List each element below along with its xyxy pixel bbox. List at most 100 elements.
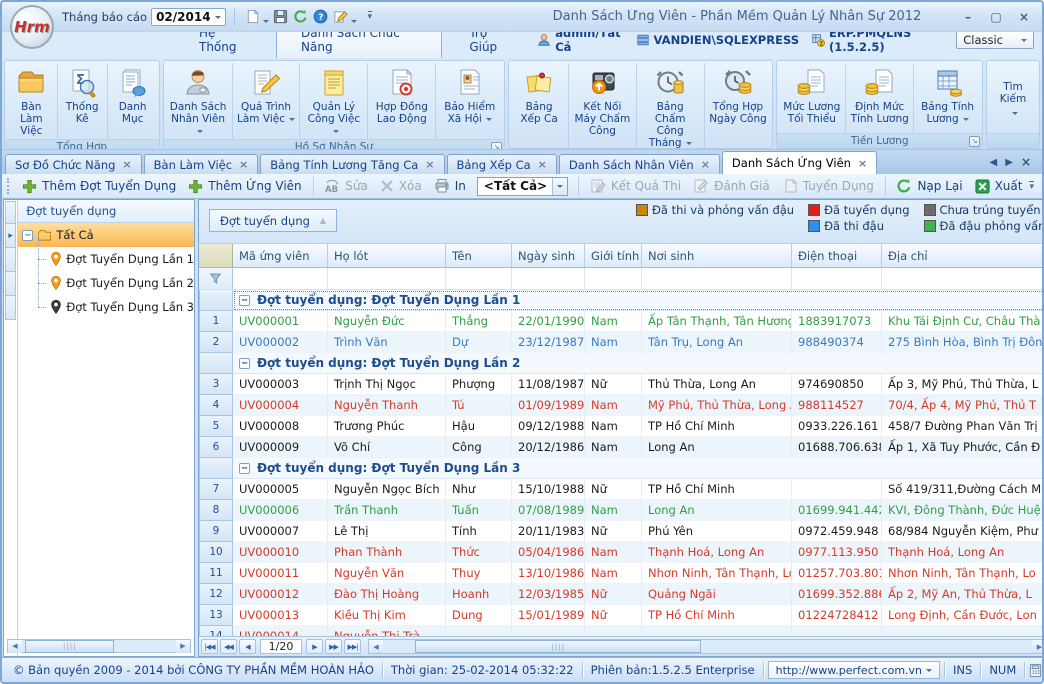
- column-header-5[interactable]: Giới tính: [585, 244, 642, 267]
- row-indicator[interactable]: 6: [199, 437, 233, 458]
- first-page-button[interactable]: |◀◀: [201, 639, 218, 654]
- collapse-icon[interactable]: −: [239, 295, 250, 306]
- qat-overflow-button[interactable]: ▾: [368, 11, 373, 22]
- grid-row-10[interactable]: 10UV000010Phan ThànhThức05/04/1986NamThạ…: [199, 542, 1044, 563]
- row-indicator[interactable]: 7: [199, 479, 233, 500]
- filter-cell-3[interactable]: [446, 268, 512, 289]
- filter-cell-7[interactable]: [792, 268, 882, 289]
- scroll-tabs-left-button[interactable]: ◀: [990, 157, 998, 168]
- document-tab-5[interactable]: Danh Sách Ứng Viên×: [722, 151, 877, 174]
- edit-icon[interactable]: [331, 6, 351, 26]
- column-header-6[interactable]: Nơi sinh: [642, 244, 792, 267]
- document-tab-1[interactable]: Bàn Làm Việc×: [144, 154, 259, 174]
- grid-row-12[interactable]: 12UV000012Đào Thị HoàngHoanh12/03/1985Nữ…: [199, 584, 1044, 605]
- scroll-right-icon[interactable]: ▶: [1032, 640, 1044, 653]
- ribbon-button-0-1[interactable]: ΣThống Kê: [58, 63, 108, 139]
- grid-row-8[interactable]: 8UV000006Trần ThanhTuấn07/08/1989NamLong…: [199, 500, 1044, 521]
- toolbar-button-12[interactable]: Nạp Lại: [891, 176, 967, 196]
- dialog-launcher-icon[interactable]: ↘: [491, 142, 502, 150]
- close-tab-icon[interactable]: ×: [239, 158, 248, 171]
- grid-row-11[interactable]: 11UV000011Nguyễn VănThuy13/10/1986NamNhơ…: [199, 563, 1044, 584]
- filter-cell-8[interactable]: [882, 268, 1044, 289]
- grid-group-row-2[interactable]: −Đợt tuyển dụng: Đợt Tuyển Dụng Lần 3: [199, 458, 1044, 479]
- grid-row-9[interactable]: 9UV000007Lê ThịTính20/11/1983NữPhú Yên09…: [199, 521, 1044, 542]
- column-header-8[interactable]: Địa chỉ: [882, 244, 1044, 267]
- filter-cell-2[interactable]: [328, 268, 446, 289]
- last-page-button[interactable]: ▶▶|: [344, 639, 361, 654]
- prev-record-button[interactable]: ◀: [239, 639, 256, 654]
- theme-select[interactable]: Classic: [956, 31, 1034, 49]
- tree-item-3[interactable]: Đợt Tuyển Dụng Lần 3: [18, 295, 194, 319]
- ribbon-button-4-0[interactable]: Tìm Kiếm: [988, 63, 1038, 133]
- column-header-2[interactable]: Họ lót: [328, 244, 446, 267]
- ribbon-button-3-0[interactable]: Mức Lương Tối Thiểu: [778, 63, 846, 133]
- toolbar-grip[interactable]: [7, 178, 10, 194]
- ribbon-button-2-1[interactable]: Kết Nối Máy Chấm Công: [569, 63, 637, 150]
- filter-cell-0[interactable]: [199, 268, 233, 289]
- grid-row-1[interactable]: 1UV000001Nguyễn ĐứcThẳng22/01/1990NamẤp …: [199, 311, 1044, 332]
- document-tab-3[interactable]: Bảng Xếp Ca×: [447, 154, 557, 174]
- tree-item-all[interactable]: −Tất Cả: [18, 223, 194, 247]
- row-indicator[interactable]: 4: [199, 395, 233, 416]
- ribbon-button-1-3[interactable]: Hợp Đồng Lao Động: [368, 63, 436, 139]
- document-tab-0[interactable]: Sơ Đồ Chức Năng×: [5, 154, 142, 174]
- report-month-select[interactable]: 02/2014: [151, 8, 225, 26]
- grid-group-row-0[interactable]: −Đợt tuyển dụng: Đợt Tuyển Dụng Lần 1: [199, 290, 1044, 311]
- scroll-thumb[interactable]: ||||: [25, 640, 114, 653]
- filter-select[interactable]: <Tất Cả>: [477, 177, 568, 196]
- ribbon-button-1-2[interactable]: Quản Lý Công Việc: [300, 63, 368, 139]
- scroll-thumb[interactable]: ||||: [415, 640, 701, 653]
- help-icon[interactable]: ?: [311, 6, 331, 26]
- column-header-7[interactable]: Điện thoại: [792, 244, 882, 267]
- toolbar-button-4[interactable]: Xóa: [375, 177, 427, 195]
- filter-cell-6[interactable]: [642, 268, 792, 289]
- close-tab-icon[interactable]: ×: [701, 158, 710, 171]
- row-indicator[interactable]: 3: [199, 374, 233, 395]
- close-tab-button[interactable]: ×: [1021, 155, 1031, 169]
- collapse-icon[interactable]: −: [239, 463, 250, 474]
- scroll-tabs-right-button[interactable]: ▶: [1005, 157, 1013, 168]
- tree-row-indicator[interactable]: [5, 296, 16, 320]
- tree-row-indicator[interactable]: ▸: [5, 224, 16, 248]
- ribbon-button-0-2[interactable]: Danh Mục: [108, 63, 158, 139]
- grid-row-4[interactable]: 4UV000004Nguyễn ThanhTú01/09/1989NamMỹ P…: [199, 395, 1044, 416]
- new-file-icon[interactable]: [243, 6, 263, 26]
- toolbar-button-5[interactable]: In: [429, 176, 471, 196]
- toolbar-button-0[interactable]: Thêm Đợt Tuyển Dụng: [17, 177, 181, 196]
- ribbon-button-3-1[interactable]: Định Mức Tính Lương: [846, 63, 914, 133]
- column-header-1[interactable]: Mã ứng viên: [233, 244, 328, 267]
- row-indicator[interactable]: 11: [199, 563, 233, 584]
- maximize-button[interactable]: ▢: [988, 10, 1004, 24]
- toolbar-button-9[interactable]: Đánh Giá: [688, 176, 775, 196]
- column-header-3[interactable]: Tên: [446, 244, 512, 267]
- ribbon-button-1-4[interactable]: Bảo Hiểm Xã Hội: [436, 63, 503, 139]
- row-indicator[interactable]: 9: [199, 521, 233, 542]
- ribbon-button-2-3[interactable]: Tổng Hợp Ngày Công: [705, 63, 772, 150]
- row-indicator[interactable]: 12: [199, 584, 233, 605]
- grid-row-3[interactable]: 3UV000003Trịnh Thị NgọcPhượng11/08/1987N…: [199, 374, 1044, 395]
- row-indicator[interactable]: 1: [199, 311, 233, 332]
- row-indicator[interactable]: 13: [199, 605, 233, 626]
- close-tab-icon[interactable]: ×: [858, 157, 867, 170]
- group-by-box[interactable]: Đợt tuyển dụng▲: [209, 209, 337, 232]
- tree-row-indicator[interactable]: [5, 272, 16, 296]
- row-indicator[interactable]: 10: [199, 542, 233, 563]
- tree-header[interactable]: Đợt tuyển dụng: [18, 200, 194, 223]
- calculator-icon[interactable]: [1028, 661, 1043, 679]
- next-record-button[interactable]: ▶: [306, 639, 323, 654]
- toolbar-button-1[interactable]: Thêm Ứng Viên: [183, 177, 306, 196]
- filter-cell-4[interactable]: [512, 268, 585, 289]
- grid-row-2[interactable]: 2UV000002Trình VănDự23/12/1987NamTân Trụ…: [199, 332, 1044, 353]
- close-button[interactable]: ×: [1016, 10, 1032, 24]
- tree-horizontal-scrollbar[interactable]: ◀ |||| ▶: [7, 639, 191, 653]
- tree-item-2[interactable]: Đợt Tuyển Dụng Lần 2: [18, 271, 194, 295]
- prev-page-button[interactable]: ◀◀: [220, 639, 237, 654]
- save-icon[interactable]: [271, 6, 291, 26]
- website-link[interactable]: http://www.perfect.com.vn: [768, 661, 940, 679]
- grid-row-7[interactable]: 7UV000005Nguyễn Ngọc BíchNhư15/10/1988Nữ…: [199, 479, 1044, 500]
- toolbar-button-13[interactable]: Xuất: [970, 177, 1028, 196]
- dialog-launcher-icon[interactable]: ↘: [969, 136, 980, 147]
- filter-cell-1[interactable]: [233, 268, 328, 289]
- scroll-left-icon[interactable]: ◀: [369, 640, 383, 653]
- scroll-right-icon[interactable]: ▶: [176, 640, 190, 653]
